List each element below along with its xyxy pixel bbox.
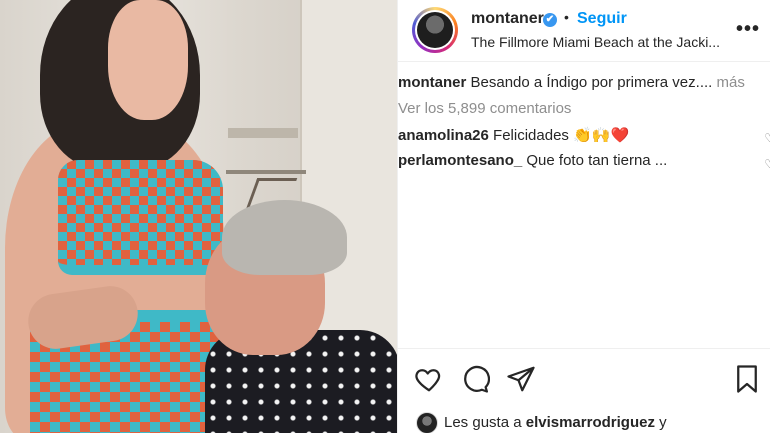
comment-icon[interactable]	[460, 364, 490, 394]
post-photo[interactable]	[0, 0, 397, 433]
comment-text: Que foto tan tierna ...	[526, 152, 668, 169]
liker-avatar[interactable]	[416, 412, 438, 433]
comment-like-heart-icon[interactable]: ♡	[764, 131, 770, 145]
woman-crop-top	[58, 160, 223, 275]
post-location[interactable]: The Fillmore Miami Beach at the Jacki...	[471, 34, 721, 50]
avatar-frame	[415, 10, 455, 50]
likes-prefix: Les gusta a	[444, 414, 522, 431]
likes-summary: Les gusta a elvismarrodriguez y	[444, 414, 667, 431]
action-bar	[398, 348, 770, 398]
separator-dot: •	[564, 9, 569, 25]
post-panel: montaner ✔ • Seguir The Fillmore Miami B…	[397, 0, 770, 433]
follow-button[interactable]: Seguir	[577, 10, 627, 28]
caption-text: Besando a Índigo por primera vez....	[470, 74, 713, 91]
view-all-comments-link[interactable]: Ver los 5,899 comentarios	[398, 100, 571, 117]
comment-row: anamolina26 Felicidades 👏🙌❤️ ♡	[398, 126, 770, 152]
bookmark-icon[interactable]	[732, 364, 762, 394]
avatar-image	[417, 12, 453, 48]
comment-text: Felicidades 👏🙌❤️	[493, 127, 630, 144]
caption-more-link[interactable]: más	[717, 74, 745, 91]
background-hanger-bar	[226, 170, 306, 174]
verified-badge-icon: ✔	[543, 13, 557, 27]
view-all-comments-row: Ver los 5,899 comentarios	[398, 100, 770, 126]
caption-row: montaner Besando a Índigo por primera ve…	[398, 74, 770, 100]
likes-suffix: y	[659, 414, 667, 431]
heart-icon[interactable]	[414, 364, 444, 394]
comment-row: perlamontesano_ Que foto tan tierna ... …	[398, 152, 770, 178]
comments-list: montaner Besando a Índigo por primera ve…	[398, 74, 770, 178]
profile-avatar[interactable]	[412, 7, 458, 53]
caption-username[interactable]: montaner	[398, 74, 466, 91]
post-username[interactable]: montaner	[471, 10, 544, 28]
paper-plane-icon[interactable]	[506, 364, 536, 394]
ellipsis-icon[interactable]: •••	[736, 18, 760, 41]
woman-face	[108, 0, 188, 120]
background-shelf	[228, 128, 298, 138]
comment-username[interactable]: perlamontesano_	[398, 152, 522, 169]
liker-username[interactable]: elvismarrodriguez	[526, 414, 655, 431]
man-hair	[222, 200, 347, 275]
comment-username[interactable]: anamolina26	[398, 127, 489, 144]
post-header: montaner ✔ • Seguir The Fillmore Miami B…	[398, 0, 770, 62]
comment-like-heart-icon[interactable]: ♡	[764, 157, 770, 171]
